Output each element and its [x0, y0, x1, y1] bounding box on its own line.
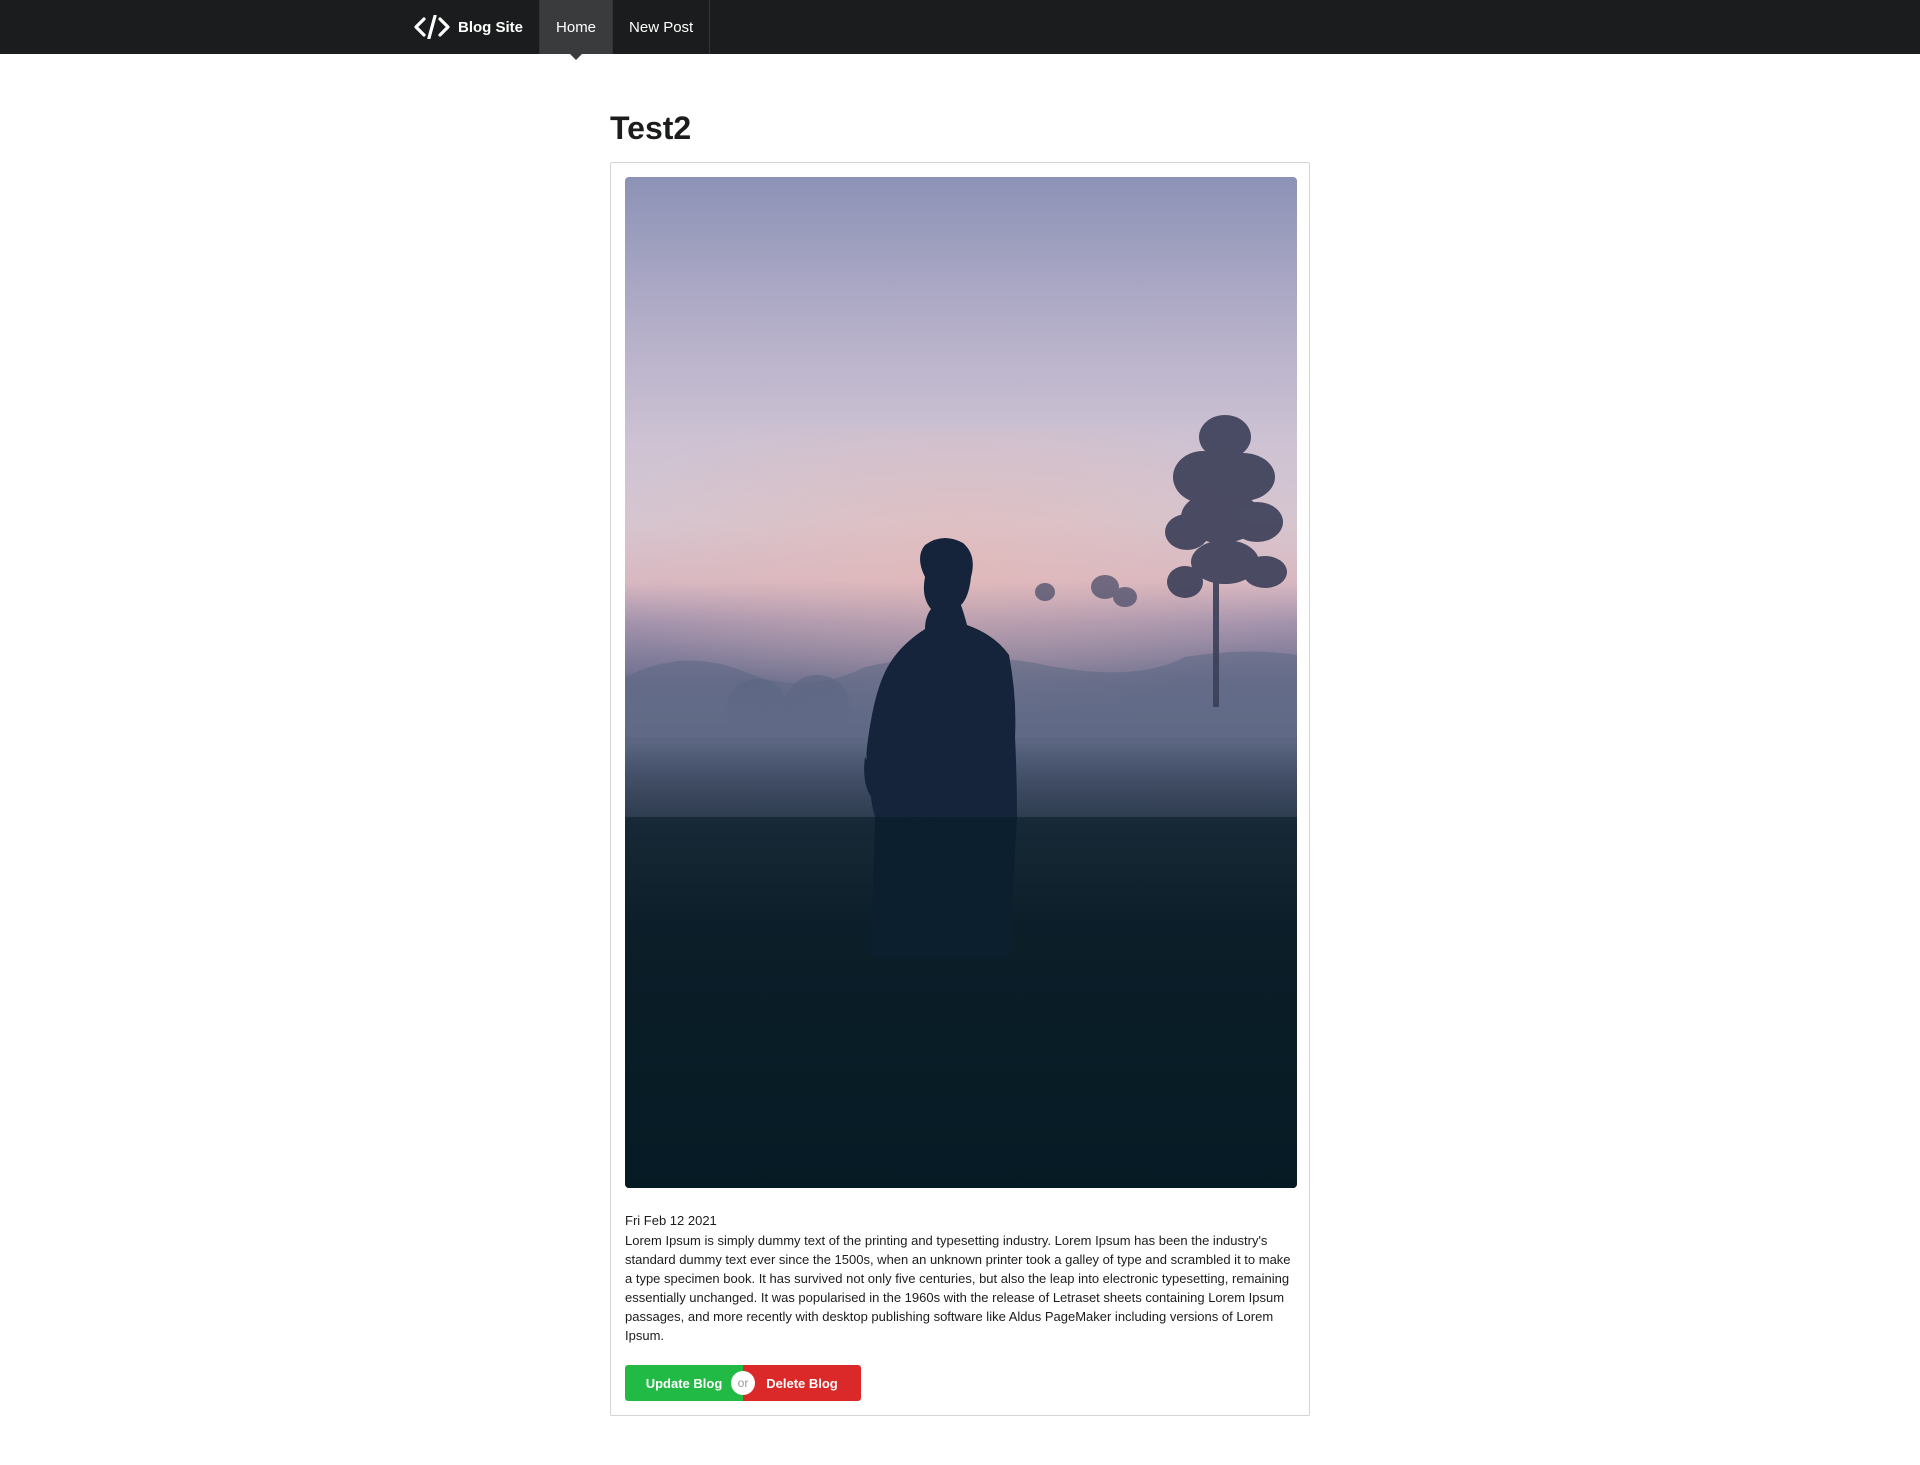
nav-home[interactable]: Home — [540, 0, 614, 60]
menu-items: Blog Site Home New Post — [398, 0, 711, 60]
brand-label: Blog Site — [458, 18, 524, 36]
delete-blog-button[interactable]: Delete Blog — [743, 1365, 861, 1401]
or-label: or — [731, 1371, 755, 1395]
post-image — [625, 177, 1297, 1188]
post-body: Lorem Ipsum is simply dummy text of the … — [625, 1233, 1291, 1343]
top-menu: Blog Site Home New Post — [0, 0, 1920, 60]
nav-home-label: Home — [556, 18, 597, 36]
action-buttons: Update Blog or Delete Blog — [625, 1365, 861, 1401]
nav-new-post-label: New Post — [629, 18, 694, 36]
update-blog-button[interactable]: Update Blog — [625, 1365, 743, 1401]
page-title: Test2 — [610, 110, 692, 146]
brand-link[interactable]: Blog Site — [398, 0, 541, 54]
code-icon — [414, 15, 450, 39]
post-card: Fri Feb 12 2021 Lorem Ipsum is simply du… — [610, 162, 1310, 1416]
post-date: Fri Feb 12 2021 — [625, 1213, 717, 1228]
nav-new-post[interactable]: New Post — [613, 0, 711, 54]
